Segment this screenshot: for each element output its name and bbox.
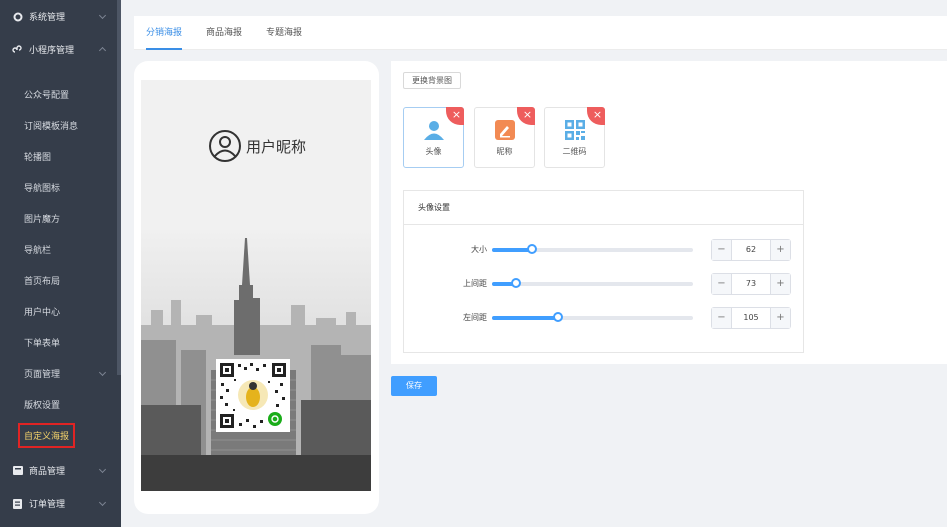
chevron-up-icon (98, 46, 107, 55)
sidebar-group-system[interactable]: 系统管理 (0, 0, 121, 33)
size-label: 大小 (471, 245, 487, 254)
poster-editor-panel: 更换背景图 × 头像 × 昵称 × 二维码 头像设置 大小 − 62 + 上间距… (391, 61, 947, 364)
chevron-down-icon (98, 11, 107, 20)
slider-handle[interactable] (553, 312, 564, 322)
left-margin-setting-row: 左间距 − 105 + (404, 307, 805, 329)
sidebar-item-order-form[interactable]: 下单表单 (0, 327, 121, 358)
component-avatar[interactable]: × 头像 (403, 107, 464, 168)
delete-avatar-component-icon[interactable]: × (446, 107, 464, 125)
chevron-down-icon (98, 498, 107, 507)
slider-handle[interactable] (527, 244, 538, 254)
size-slider[interactable] (492, 244, 693, 254)
tab-distribution-poster[interactable]: 分销海报 (146, 16, 183, 50)
order-icon (12, 498, 23, 509)
sidebar: 系统管理 小程序管理 公众号配置 订阅模板消息 轮播图 导航图标 图片魔方 导航… (0, 0, 121, 527)
decrement-button[interactable]: − (712, 274, 732, 294)
sidebar-item-copyright[interactable]: 版权设置 (0, 389, 121, 420)
top-margin-label: 上间距 (463, 279, 487, 288)
poster-canvas: 用户昵称 (141, 80, 371, 491)
sidebar-item-navbar[interactable]: 导航栏 (0, 234, 121, 265)
component-label: 昵称 (496, 147, 513, 156)
edit-icon (495, 120, 515, 140)
gear-icon (12, 11, 23, 22)
sidebar-item-home-layout[interactable]: 首页布局 (0, 265, 121, 296)
top-margin-slider[interactable] (492, 278, 693, 288)
sidebar-group-goods[interactable]: 商品管理 (0, 454, 121, 487)
poster-type-tabs: 分销海报 商品海报 专题海报 (134, 16, 947, 50)
sidebar-group-label: 系统管理 (29, 13, 66, 23)
tab-topic-poster[interactable]: 专题海报 (266, 16, 302, 50)
chevron-down-icon (98, 465, 107, 474)
qrcode-image[interactable] (216, 359, 290, 432)
sidebar-group-label: 商品管理 (29, 467, 66, 477)
left-margin-value-input[interactable]: 105 (732, 308, 770, 328)
increment-button[interactable]: + (770, 308, 790, 328)
phone-preview: 用户昵称 (134, 61, 379, 514)
qrcode-icon (565, 120, 585, 140)
left-margin-stepper: − 105 + (711, 307, 791, 329)
delete-qrcode-component-icon[interactable]: × (587, 107, 605, 125)
component-nickname[interactable]: × 昵称 (474, 107, 535, 168)
sidebar-item-user-center[interactable]: 用户中心 (0, 296, 121, 327)
slider-fill (492, 316, 559, 320)
top-margin-setting-row: 上间距 − 73 + (404, 273, 805, 295)
size-stepper: − 62 + (711, 239, 791, 261)
increment-button[interactable]: + (770, 240, 790, 260)
sidebar-item-image-cube[interactable]: 图片魔方 (0, 203, 121, 234)
left-margin-label: 左间距 (463, 313, 487, 322)
slider-fill (492, 248, 533, 252)
decrement-button[interactable]: − (712, 240, 732, 260)
sidebar-item-carousel[interactable]: 轮播图 (0, 141, 121, 172)
top-margin-stepper: − 73 + (711, 273, 791, 295)
avatar-settings-card: 头像设置 大小 − 62 + 上间距 − 73 + 左间距 − 105 + (403, 190, 804, 353)
sidebar-group-mini-program[interactable]: 小程序管理 (0, 33, 121, 66)
tab-goods-poster[interactable]: 商品海报 (206, 16, 242, 50)
sidebar-item-subscribe-template[interactable]: 订阅模板消息 (0, 110, 121, 141)
size-value-input[interactable]: 62 (732, 240, 770, 260)
size-setting-row: 大小 − 62 + (404, 239, 805, 261)
sidebar-item-custom-poster[interactable]: 自定义海报 (0, 420, 121, 451)
sidebar-item-nav-icons[interactable]: 导航图标 (0, 172, 121, 203)
sidebar-item-page-management[interactable]: 页面管理 (0, 358, 121, 389)
poster-nickname: 用户昵称 (246, 137, 307, 156)
change-background-button[interactable]: 更换背景图 (403, 72, 461, 89)
sidebar-item-official-account[interactable]: 公众号配置 (0, 79, 121, 110)
sidebar-group-label: 订单管理 (29, 500, 66, 510)
slider-handle[interactable] (511, 278, 522, 288)
left-margin-slider[interactable] (492, 312, 693, 322)
sidebar-group-orders[interactable]: 订单管理 (0, 487, 121, 520)
increment-button[interactable]: + (770, 274, 790, 294)
decrement-button[interactable]: − (712, 308, 732, 328)
user-avatar-icon (209, 130, 241, 162)
delete-nickname-component-icon[interactable]: × (517, 107, 535, 125)
goods-icon (12, 465, 23, 476)
component-label: 二维码 (562, 147, 587, 156)
sidebar-group-label: 小程序管理 (29, 46, 75, 56)
top-margin-value-input[interactable]: 73 (732, 274, 770, 294)
settings-title: 头像设置 (404, 191, 803, 225)
save-button[interactable]: 保存 (391, 376, 437, 396)
component-qrcode[interactable]: × 二维码 (544, 107, 605, 168)
poster-nickname-block[interactable]: 用户昵称 (208, 129, 306, 163)
mini-program-icon (12, 44, 23, 55)
avatar-icon (424, 121, 444, 140)
component-label: 头像 (425, 147, 442, 156)
chevron-down-icon (98, 368, 107, 377)
